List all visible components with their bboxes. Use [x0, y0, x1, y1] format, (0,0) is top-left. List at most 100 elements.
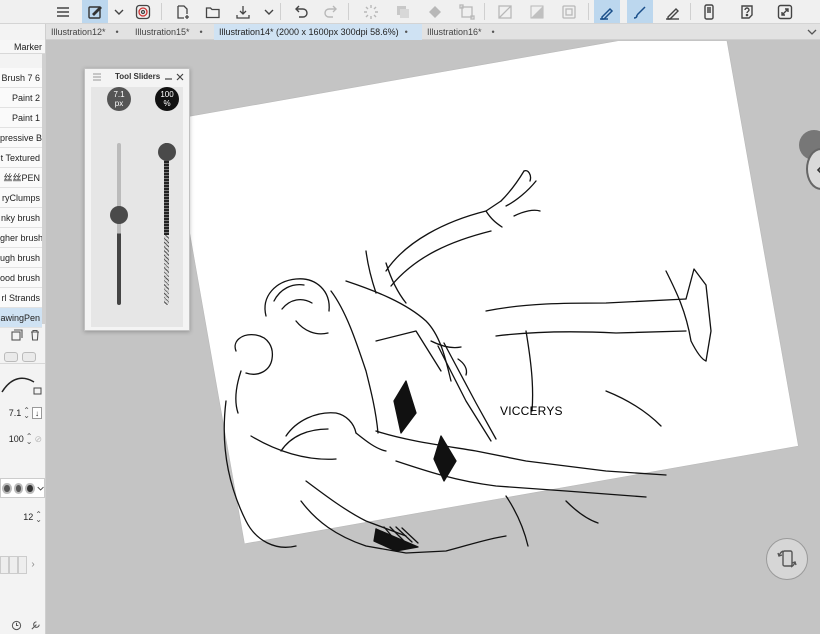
tab-illustration14[interactable]: Illustration14* (2000 x 1600px 300dpi 58… [214, 24, 422, 40]
toolbar-divider [484, 3, 485, 20]
tab-illustration12[interactable]: Illustration12* • [46, 24, 132, 40]
main-toolbar [0, 0, 820, 24]
brush-size-bubble-unit: px [114, 99, 124, 108]
new-file-icon[interactable] [170, 0, 196, 23]
rotate-icon [777, 550, 797, 568]
trash-icon[interactable] [29, 329, 41, 341]
brush-item[interactable]: 丝丝PEN [0, 168, 42, 188]
expand-icon[interactable] [772, 0, 798, 23]
tool-sliders-panel: Tool Sliders 7.1 px 100 % [84, 68, 190, 331]
tip-dot-icon[interactable] [13, 482, 24, 494]
close-dot-icon[interactable]: • [116, 27, 119, 37]
help-icon[interactable] [734, 0, 760, 23]
tab-illustration15[interactable]: Illustration15* • [130, 24, 214, 40]
clear-icon[interactable] [492, 0, 518, 23]
close-dot-icon[interactable]: • [200, 27, 203, 37]
close-dot-icon[interactable]: • [405, 27, 408, 37]
tone-icon[interactable] [524, 0, 550, 23]
brush-item[interactable]: Paint 1 [0, 108, 42, 128]
drag-grip-icon[interactable] [92, 72, 102, 82]
size-spinner-icon[interactable]: ⌃ ⌄ [23, 407, 30, 420]
save-cloud-icon[interactable] [230, 0, 256, 23]
layer-mode-icon[interactable] [82, 0, 108, 23]
chevron-down-icon[interactable] [262, 0, 276, 23]
chevron-down-icon[interactable] [37, 484, 44, 493]
segment[interactable] [18, 556, 27, 574]
tabs-chevron-down-icon[interactable] [806, 26, 818, 38]
spiral-icon[interactable] [130, 0, 156, 23]
loading-icon[interactable] [358, 0, 384, 23]
opacity-spinner-icon[interactable]: ⌃ ⌄ [26, 433, 33, 446]
opacity-slider-track[interactable] [164, 143, 169, 305]
tab-label: Illustration12* [51, 27, 106, 37]
stabilization-spinner-icon[interactable]: ⌃ ⌄ [35, 511, 42, 524]
tab-label: Illustration15* [135, 27, 190, 37]
brush-group-header[interactable]: Marker [0, 40, 45, 54]
brush-size-bubble: 7.1 px [107, 87, 131, 111]
tab-illustration16[interactable]: Illustration16* • [422, 24, 506, 40]
brush-actions [0, 324, 45, 346]
stabilization-value: 12 [23, 512, 34, 522]
crop-icon[interactable] [556, 0, 582, 23]
menu-icon[interactable] [50, 0, 76, 23]
brush-tip-selector[interactable] [0, 478, 45, 498]
tab-brush-settings[interactable] [4, 351, 18, 362]
close-dot-icon[interactable]: • [492, 27, 495, 37]
opacity-bubble-value: 100 [160, 90, 174, 99]
brush-item[interactable]: gher brush [0, 228, 42, 248]
segment[interactable] [0, 556, 9, 574]
open-folder-icon[interactable] [200, 0, 226, 23]
brush-item[interactable]: pressive B [0, 128, 42, 148]
tab-sub-tool[interactable] [22, 351, 36, 362]
pen-icon[interactable] [660, 0, 686, 23]
tool-sliders-header[interactable]: Tool Sliders [85, 69, 189, 85]
opacity-bubble-unit: % [163, 99, 171, 108]
undo-icon[interactable] [288, 0, 314, 23]
stroke-preview [1, 377, 42, 395]
tip-dot-icon[interactable] [2, 482, 12, 494]
brush-item[interactable]: ugh brush [0, 248, 42, 268]
brush-size-bubble-value: 7.1 [113, 90, 125, 99]
opacity-slider-handle[interactable] [158, 143, 176, 161]
toolbar-divider [588, 3, 589, 20]
opacity-disabled-icon: ⊘ [34, 433, 42, 444]
duplicate-brush-icon[interactable] [11, 329, 23, 341]
chevron-down-icon[interactable] [112, 0, 126, 23]
brush-list-scrollbar[interactable] [42, 54, 45, 324]
brush-item[interactable]: rl Strands [0, 288, 42, 308]
stabilization-row: 12 ⌃ ⌄ [0, 508, 45, 526]
brush-panel: Marker Brush 7 6 Paint 2 Paint 1 pressiv… [0, 24, 46, 634]
reset-icon[interactable] [11, 620, 22, 631]
close-icon[interactable] [175, 72, 185, 82]
tab-label: Illustration16* [427, 27, 482, 37]
brush-item[interactable]: Paint 2 [0, 88, 42, 108]
wrench-icon[interactable] [30, 620, 41, 631]
property-tabs [0, 350, 45, 364]
size-pressure-toggle[interactable]: ↓ [32, 407, 42, 419]
chevron-left-icon[interactable] [812, 160, 820, 180]
brush-item[interactable]: t Textured [0, 148, 42, 168]
layer-copy-icon[interactable] [390, 0, 416, 23]
chevron-right-icon[interactable]: › [27, 556, 39, 576]
panel-footer [0, 620, 45, 634]
brush-item[interactable]: ood brush [0, 268, 42, 288]
segment[interactable] [9, 556, 18, 574]
brush-item[interactable]: ryClumps [0, 188, 42, 208]
brush-size-slider-handle[interactable] [110, 206, 128, 225]
document-tabs: Illustration12* • Illustration15* • Illu… [46, 24, 820, 40]
brush-active-icon[interactable] [627, 0, 653, 23]
canvas-signature-text: VICCERYS [500, 404, 563, 418]
brush-size-value: 7.1 [8, 408, 22, 418]
brush-item[interactable]: Brush 7 6 [0, 68, 42, 88]
transform-icon[interactable] [454, 0, 480, 23]
rotate-canvas-button[interactable] [766, 538, 808, 580]
fill-icon[interactable] [422, 0, 448, 23]
pen-active-icon[interactable] [594, 0, 620, 23]
minimize-icon[interactable] [164, 71, 173, 81]
redo-icon[interactable] [318, 0, 344, 23]
tool-sliders-title: Tool Sliders [115, 72, 161, 81]
device-icon[interactable] [696, 0, 722, 23]
tip-dot-icon[interactable] [25, 482, 35, 494]
brush-item[interactable]: nky brush [0, 208, 42, 228]
segment-selector: › [0, 556, 45, 576]
